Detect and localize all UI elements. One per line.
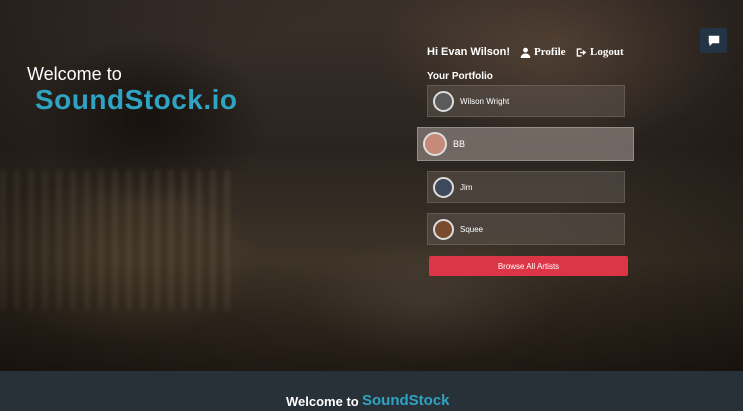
avatar [423, 132, 447, 156]
artist-card-bb[interactable]: BB [417, 127, 634, 161]
artist-name: Wilson Wright [460, 96, 510, 106]
hero-brand-title: SoundStock.io [35, 84, 238, 116]
profile-link-label: Profile [534, 46, 566, 58]
artist-name: Jim [460, 182, 473, 192]
portfolio-label: Your Portfolio [427, 71, 493, 82]
hero-background [0, 0, 743, 371]
artist-card-jim[interactable]: Jim [427, 171, 625, 203]
footer-welcome-text: Welcome to [286, 394, 359, 409]
avatar [433, 90, 454, 112]
profile-link[interactable]: Profile [520, 46, 566, 58]
hero-brand-name: SoundStock [35, 84, 204, 115]
sign-out-icon [576, 47, 587, 57]
footer: Welcome to SoundStock [0, 371, 743, 411]
artist-card-squee[interactable]: Squee [427, 213, 625, 245]
avatar [433, 218, 454, 240]
browse-all-artists-button[interactable]: Browse All Artists [429, 256, 628, 276]
hero-welcome-text: Welcome to [27, 64, 122, 84]
hero-brand-tld: .io [203, 84, 238, 115]
chat-icon [708, 35, 719, 46]
chat-button[interactable] [700, 28, 727, 53]
background-vignette [0, 0, 743, 371]
user-greeting: Hi Evan Wilson! [427, 46, 511, 58]
avatar [433, 176, 454, 198]
logout-link[interactable]: Logout [576, 46, 624, 58]
footer-brand: SoundStock [362, 392, 450, 409]
artist-name: Squee [460, 224, 484, 234]
user-icon [520, 47, 531, 58]
artist-card-wilson-wright[interactable]: Wilson Wright [427, 85, 625, 117]
logout-link-label: Logout [590, 46, 624, 58]
artist-name: BB [453, 139, 466, 149]
